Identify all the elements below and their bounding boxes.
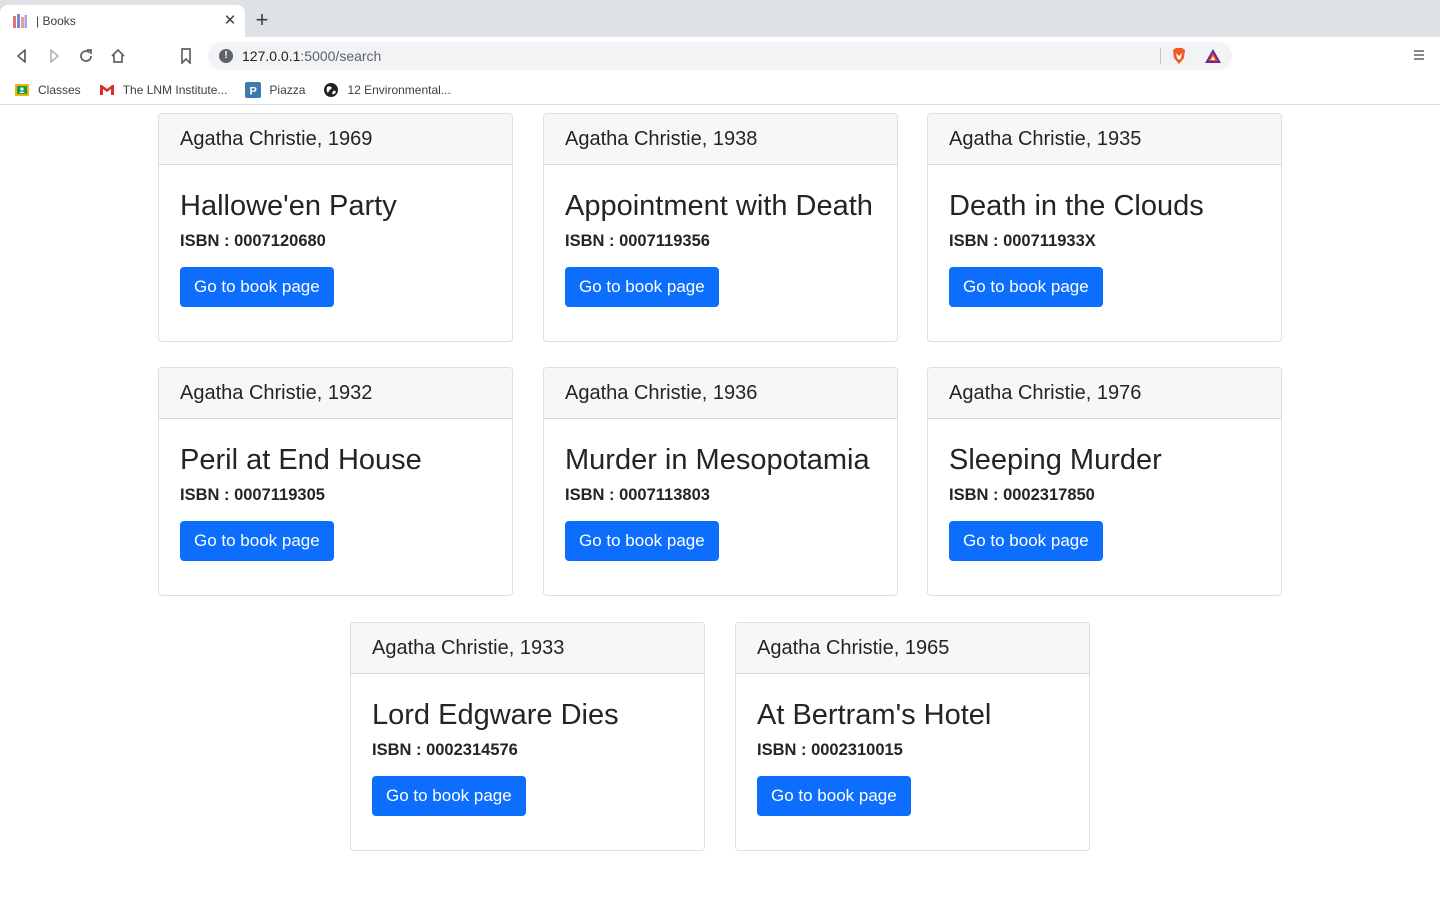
book-author-year: Agatha Christie, 1969: [159, 114, 512, 165]
go-to-book-page-button[interactable]: Go to book page: [949, 521, 1103, 561]
book-isbn: ISBN : 0007119305: [180, 486, 325, 504]
browser-toolbar: ! 127.0.0.1:5000/search: [0, 37, 1440, 75]
bookmark-lnm-institute[interactable]: The LNM Institute...: [99, 82, 228, 98]
svg-text:P: P: [250, 85, 257, 97]
menu-icon[interactable]: [1412, 48, 1426, 62]
book-title: At Bertram's Hotel: [757, 699, 992, 731]
globe-icon: [323, 82, 339, 98]
piazza-icon: P: [245, 81, 262, 98]
omnibox-divider: [1160, 48, 1161, 64]
search-results: Agatha Christie, 1969 Hallowe'en Party I…: [0, 106, 1440, 900]
gmail-icon: [99, 82, 115, 98]
book-title: Peril at End House: [180, 444, 422, 476]
url-host: 127.0.0.1: [242, 48, 301, 64]
tab-books[interactable]: | Books ✕: [0, 5, 245, 37]
go-to-book-page-button[interactable]: Go to book page: [180, 267, 334, 307]
book-author-year: Agatha Christie, 1936: [544, 368, 897, 419]
book-card: Agatha Christie, 1935 Death in the Cloud…: [927, 113, 1282, 342]
new-tab-icon[interactable]: +: [252, 9, 272, 31]
book-author-year: Agatha Christie, 1932: [159, 368, 512, 419]
card-body: At Bertram's Hotel ISBN : 0002310015 Go …: [736, 674, 1089, 837]
bookmark-piazza[interactable]: P Piazza: [245, 81, 306, 98]
bookmark-classes[interactable]: Classes: [14, 82, 81, 98]
back-icon[interactable]: [11, 45, 33, 67]
book-author-year: Agatha Christie, 1933: [351, 623, 704, 674]
go-to-book-page-button[interactable]: Go to book page: [949, 267, 1103, 307]
book-author-year: Agatha Christie, 1976: [928, 368, 1281, 419]
bookmark-label: Piazza: [269, 82, 306, 97]
url-path: :5000/search: [300, 48, 382, 64]
reload-icon[interactable]: [75, 45, 97, 67]
book-isbn: ISBN : 0002317850: [949, 486, 1095, 504]
book-card: Agatha Christie, 1976 Sleeping Murder IS…: [927, 367, 1282, 596]
card-body: Appointment with Death ISBN : 0007119356…: [544, 165, 897, 328]
go-to-book-page-button[interactable]: Go to book page: [565, 521, 719, 561]
book-author-year: Agatha Christie, 1938: [544, 114, 897, 165]
card-body: Death in the Clouds ISBN : 000711933X Go…: [928, 165, 1281, 328]
books-favicon-icon: [12, 13, 28, 29]
book-isbn: ISBN : 0007113803: [565, 486, 710, 504]
bookmark-label: Classes: [38, 82, 81, 97]
book-title: Lord Edgware Dies: [372, 699, 619, 731]
go-to-book-page-button[interactable]: Go to book page: [180, 521, 334, 561]
card-body: Sleeping Murder ISBN : 0002317850 Go to …: [928, 419, 1281, 582]
bookmark-label: The LNM Institute...: [122, 82, 228, 97]
go-to-book-page-button[interactable]: Go to book page: [757, 776, 911, 816]
forward-icon[interactable]: [43, 45, 65, 67]
book-title: Sleeping Murder: [949, 444, 1162, 476]
go-to-book-page-button[interactable]: Go to book page: [372, 776, 526, 816]
book-isbn: ISBN : 000711933X: [949, 232, 1096, 250]
tab-title: | Books: [36, 14, 76, 28]
close-tab-icon[interactable]: ✕: [221, 12, 239, 30]
brave-shields-icon[interactable]: [1170, 47, 1188, 65]
book-card: Agatha Christie, 1933 Lord Edgware Dies …: [350, 622, 705, 851]
book-card: Agatha Christie, 1936 Murder in Mesopota…: [543, 367, 898, 596]
card-body: Hallowe'en Party ISBN : 0007120680 Go to…: [159, 165, 512, 328]
address-bar[interactable]: ! 127.0.0.1:5000/search: [208, 42, 1232, 70]
book-title: Hallowe'en Party: [180, 190, 397, 222]
site-info-icon[interactable]: !: [219, 49, 233, 63]
book-isbn: ISBN : 0002314576: [372, 741, 518, 759]
go-to-book-page-button[interactable]: Go to book page: [565, 267, 719, 307]
book-isbn: ISBN : 0007119356: [565, 232, 710, 250]
book-author-year: Agatha Christie, 1965: [736, 623, 1089, 674]
bookmarks-bar: Classes The LNM Institute... P Piazza 12…: [0, 75, 1440, 105]
book-card: Agatha Christie, 1932 Peril at End House…: [158, 367, 513, 596]
book-card: Agatha Christie, 1938 Appointment with D…: [543, 113, 898, 342]
book-title: Appointment with Death: [565, 190, 873, 222]
card-body: Lord Edgware Dies ISBN : 0002314576 Go t…: [351, 674, 704, 837]
book-card: Agatha Christie, 1965 At Bertram's Hotel…: [735, 622, 1090, 851]
book-author-year: Agatha Christie, 1935: [928, 114, 1281, 165]
brave-rewards-icon[interactable]: [1204, 47, 1222, 65]
book-isbn: ISBN : 0007120680: [180, 232, 326, 250]
bookmark-environmental[interactable]: 12 Environmental...: [323, 82, 451, 98]
google-classroom-icon: [14, 82, 30, 98]
url-text: 127.0.0.1:5000/search: [242, 48, 381, 64]
bookmark-icon[interactable]: [175, 45, 197, 67]
tab-strip: | Books ✕ +: [0, 0, 1440, 37]
book-card: Agatha Christie, 1969 Hallowe'en Party I…: [158, 113, 513, 342]
home-icon[interactable]: [107, 45, 129, 67]
card-body: Murder in Mesopotamia ISBN : 0007113803 …: [544, 419, 897, 582]
bookmark-label: 12 Environmental...: [347, 82, 451, 97]
book-isbn: ISBN : 0002310015: [757, 741, 903, 759]
book-title: Death in the Clouds: [949, 190, 1204, 222]
book-title: Murder in Mesopotamia: [565, 444, 870, 476]
card-body: Peril at End House ISBN : 0007119305 Go …: [159, 419, 512, 582]
